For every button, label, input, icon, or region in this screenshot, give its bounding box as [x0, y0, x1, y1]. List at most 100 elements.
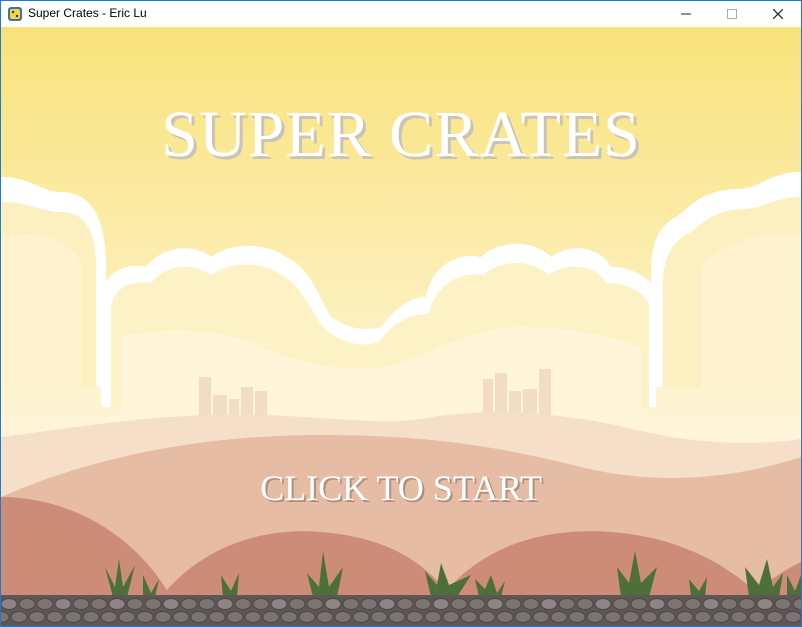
window-title: Super Crates - Eric Lu	[28, 6, 147, 20]
cobblestone	[774, 598, 792, 610]
cobblestone	[64, 611, 82, 623]
cobblestone	[766, 611, 784, 623]
cobblestone	[298, 611, 316, 623]
cobblestone	[468, 598, 486, 610]
cobblestone	[352, 611, 370, 623]
maximize-icon	[727, 9, 737, 19]
cobblestone	[550, 611, 568, 623]
minimize-icon	[681, 13, 691, 15]
cobblestone	[460, 611, 478, 623]
cobblestone	[576, 598, 594, 610]
cobblestone	[640, 611, 658, 623]
cobblestone	[406, 611, 424, 623]
game-window: Super Crates - Eric Lu SUPER CRATES CLIC…	[0, 0, 802, 627]
cobblestone	[442, 611, 460, 623]
cobblestone	[370, 611, 388, 623]
cobblestone	[288, 598, 306, 610]
cobblestone	[252, 598, 270, 610]
title-bar[interactable]: Super Crates - Eric Lu	[1, 1, 801, 27]
cobblestone	[738, 598, 756, 610]
cobblestone	[676, 611, 694, 623]
close-icon	[773, 9, 783, 19]
cobblestone	[136, 611, 154, 623]
cobblestone	[1, 598, 18, 610]
cobblestone	[450, 598, 468, 610]
cobblestone	[558, 598, 576, 610]
cobblestone	[10, 611, 28, 623]
cobblestone	[720, 598, 738, 610]
cobblestone	[154, 611, 172, 623]
cobblestone	[666, 598, 684, 610]
cobblestone	[334, 611, 352, 623]
cobblestone	[496, 611, 514, 623]
cobblestone	[262, 611, 280, 623]
cobblestone	[108, 598, 126, 610]
cobblestone	[28, 611, 46, 623]
game-title: SUPER CRATES	[161, 98, 641, 171]
cobblestone	[478, 611, 496, 623]
cobblestone	[180, 598, 198, 610]
cobblestone	[594, 598, 612, 610]
cobblestone	[90, 598, 108, 610]
close-button[interactable]	[755, 1, 801, 27]
minimize-button[interactable]	[663, 1, 709, 27]
cobblestone	[486, 598, 504, 610]
cobblestone	[756, 598, 774, 610]
maximize-button[interactable]	[709, 1, 755, 27]
cobblestone	[342, 598, 360, 610]
cobblestone	[648, 598, 666, 610]
cobblestone	[306, 598, 324, 610]
cobblestone	[514, 611, 532, 623]
cobblestone	[424, 611, 442, 623]
cobblestone	[612, 598, 630, 610]
game-canvas[interactable]: SUPER CRATES CLICK TO START	[1, 27, 801, 626]
cobblestone	[586, 611, 604, 623]
cobblestone	[208, 611, 226, 623]
cobblestone	[684, 598, 702, 610]
cobblestone	[162, 598, 180, 610]
python-icon	[7, 6, 23, 22]
cobblestone	[748, 611, 766, 623]
cobblestone	[198, 598, 216, 610]
cobblestone	[234, 598, 252, 610]
cobblestone	[270, 598, 288, 610]
cobblestone	[658, 611, 676, 623]
cobblestone	[604, 611, 622, 623]
cobblestone	[694, 611, 712, 623]
cobblestone	[730, 611, 748, 623]
cobblestone	[316, 611, 334, 623]
cobblestone	[46, 611, 64, 623]
cobblestone	[630, 598, 648, 610]
cobblestone	[190, 611, 208, 623]
cobblestone	[144, 598, 162, 610]
cobblestone	[360, 598, 378, 610]
start-button[interactable]: CLICK TO START	[1, 467, 801, 509]
cobblestone	[82, 611, 100, 623]
cobblestone	[532, 611, 550, 623]
cobblestone	[226, 611, 244, 623]
cobblestone	[216, 598, 234, 610]
cobblestone	[522, 598, 540, 610]
cobblestone	[432, 598, 450, 610]
cobblestone	[712, 611, 730, 623]
cobblestone	[18, 598, 36, 610]
cobblestone	[388, 611, 406, 623]
cobblestone	[72, 598, 90, 610]
cobblestone	[540, 598, 558, 610]
cobblestone	[172, 611, 190, 623]
cobblestone	[54, 598, 72, 610]
cloud-left	[1, 177, 106, 387]
cobblestone	[118, 611, 136, 623]
cobblestone	[568, 611, 586, 623]
cobblestone	[36, 598, 54, 610]
cobblestone	[100, 611, 118, 623]
cobblestone	[126, 598, 144, 610]
cobblestone	[378, 598, 396, 610]
cobblestone	[244, 611, 262, 623]
cobblestone	[324, 598, 342, 610]
cobblestone	[784, 611, 801, 623]
cobblestone	[396, 598, 414, 610]
cobblestone	[504, 598, 522, 610]
cobblestone	[702, 598, 720, 610]
cobblestone	[414, 598, 432, 610]
